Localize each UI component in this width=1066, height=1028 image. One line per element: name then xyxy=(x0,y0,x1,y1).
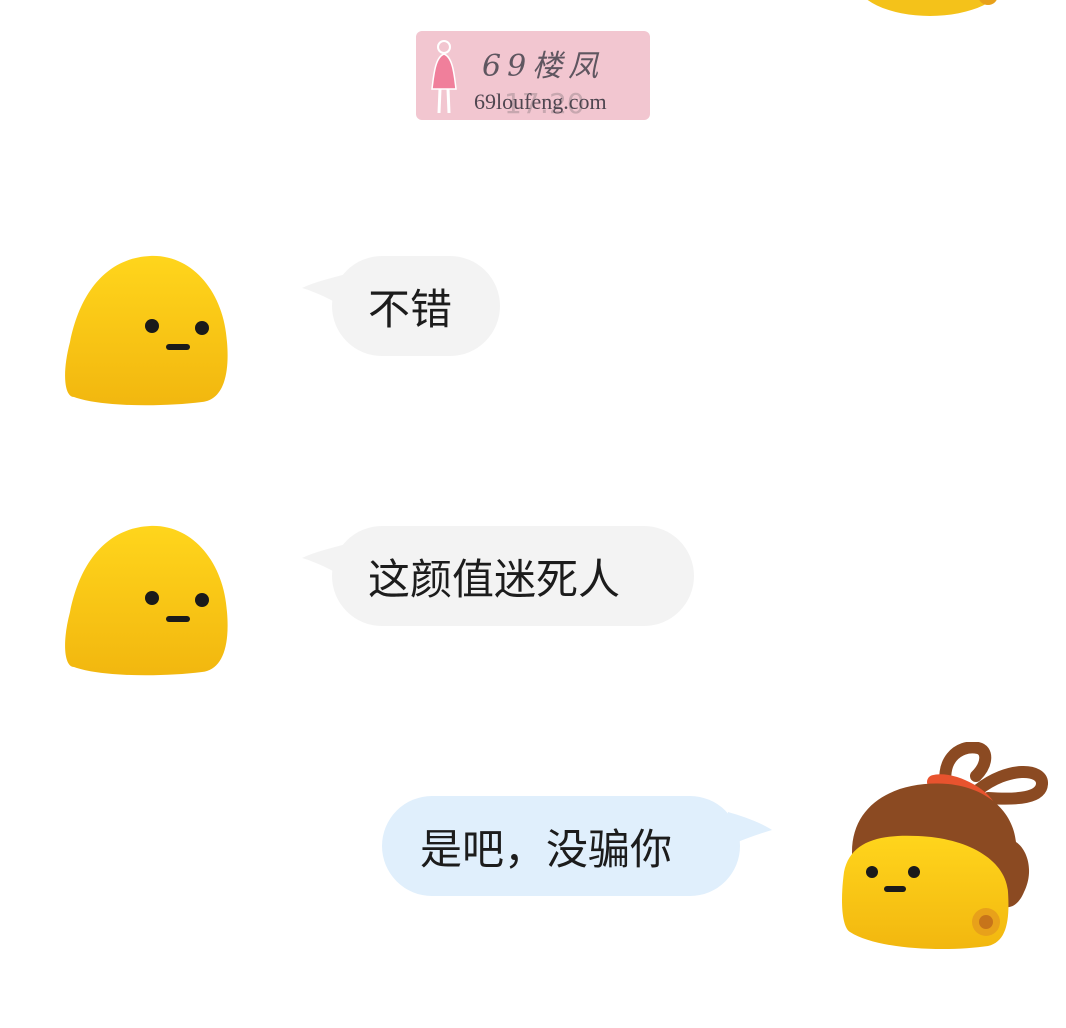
watermark: 17:20 69楼凤 69loufeng.com xyxy=(416,31,650,120)
avatar-yellow-blob-girl[interactable] xyxy=(838,742,1048,952)
partial-avatar-top[interactable] xyxy=(850,0,1010,18)
watermark-site: 69loufeng.com xyxy=(474,89,607,114)
message-bubble-received[interactable]: 不错 xyxy=(332,256,500,356)
avatar-yellow-blob[interactable] xyxy=(62,252,232,412)
message-bubble-received[interactable]: 这颜值迷死人 xyxy=(332,526,694,626)
message-text: 是吧，没骗你 xyxy=(420,824,673,874)
woman-figure-icon xyxy=(431,40,457,114)
bubble-tail xyxy=(728,812,772,846)
watermark-title: 69楼凤 xyxy=(482,49,605,84)
message-text: 这颜值迷死人 xyxy=(368,554,621,604)
avatar-yellow-blob[interactable] xyxy=(62,522,232,682)
message-bubble-sent[interactable]: 是吧，没骗你 xyxy=(382,796,740,896)
message-text: 不错 xyxy=(368,284,453,334)
